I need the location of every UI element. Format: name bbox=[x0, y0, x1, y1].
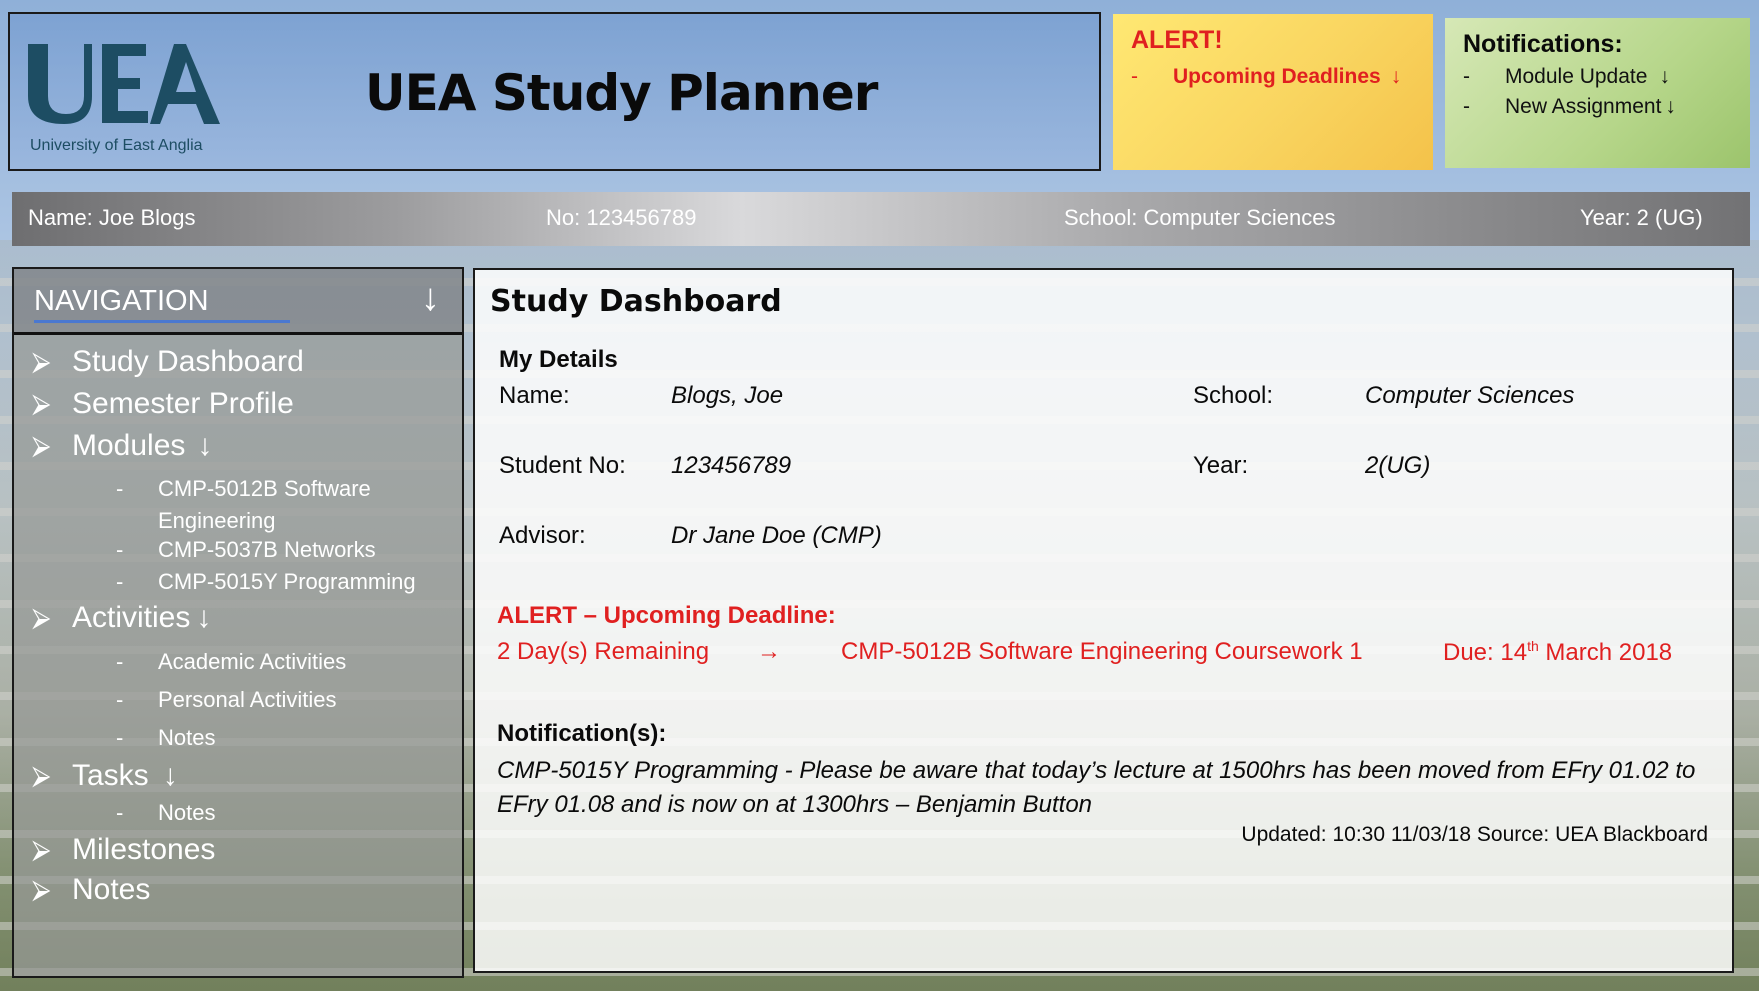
study-dashboard-panel: Study Dashboard My Details Name: Blogs, … bbox=[473, 268, 1734, 973]
arrow-down-icon: ↓ bbox=[1659, 65, 1670, 88]
nav-item-study-dashboard[interactable]: ⮚ Study Dashboard bbox=[32, 345, 304, 379]
alert-panel: ALERT! - Upcoming Deadlines ↓ bbox=[1113, 14, 1433, 170]
nav-subitem-label: CMP-5012B Software Engineering bbox=[158, 476, 371, 533]
student-year: Year: 2 (UG) bbox=[1580, 205, 1703, 230]
nav-item-label: Study Dashboard bbox=[72, 345, 304, 378]
notifications-panel: Notifications: - Module Update ↓ - New A… bbox=[1445, 18, 1750, 168]
student-info-bar: Name: Joe Blogs No: 123456789 School: Co… bbox=[12, 192, 1750, 246]
navigation-header: NAVIGATION ↓ bbox=[14, 269, 462, 335]
advisor-value: Dr Jane Doe (CMP) bbox=[671, 522, 882, 549]
nav-item-activities[interactable]: ⮚ Activities ↓ bbox=[32, 601, 211, 635]
header-banner: University of East Anglia UEA Study Plan… bbox=[8, 12, 1101, 171]
nav-item-label: Milestones bbox=[72, 833, 216, 866]
navigation-panel: NAVIGATION ↓ ⮚ Study Dashboard ⮚ Semeste… bbox=[12, 267, 464, 978]
days-remaining: 2 Day(s) Remaining bbox=[497, 638, 710, 665]
nav-subitem-activities-notes[interactable]: - Notes bbox=[116, 725, 216, 751]
module-update-label: Module Update bbox=[1505, 65, 1648, 88]
my-details-heading: My Details bbox=[499, 346, 618, 373]
nav-item-milestones[interactable]: ⮚ Milestones bbox=[32, 833, 215, 867]
nav-item-label: Semester Profile bbox=[72, 387, 294, 420]
arrow-down-icon: ↓ bbox=[1390, 65, 1402, 88]
student-number: No: 123456789 bbox=[546, 205, 697, 230]
due-date-ordinal: th bbox=[1527, 638, 1539, 654]
notifications-title: Notifications: bbox=[1463, 30, 1623, 58]
arrow-right-icon: → bbox=[757, 638, 781, 665]
list-dash: - bbox=[1463, 65, 1470, 88]
student-name: Name: Joe Blogs bbox=[28, 205, 196, 230]
arrow-bullet-icon: ⮚ bbox=[32, 760, 51, 790]
nav-subitem-label: Academic Activities bbox=[158, 649, 347, 674]
nav-item-label: Tasks bbox=[72, 759, 149, 792]
notification-message: CMP-5015Y Programming - Please be aware … bbox=[497, 757, 1696, 818]
deadline-due-date: Due: 14th March 2018 bbox=[1443, 638, 1672, 667]
arrow-bullet-icon: ⮚ bbox=[32, 346, 51, 376]
navigation-title: NAVIGATION bbox=[34, 285, 209, 317]
school-label: School: bbox=[1193, 382, 1274, 409]
upcoming-deadlines-label: Upcoming Deadlines bbox=[1173, 65, 1381, 88]
nav-subitem-label: CMP-5015Y Programming bbox=[158, 569, 416, 594]
navigation-underline bbox=[34, 320, 290, 323]
deadline-module-link[interactable]: CMP-5012B Software Engineering Coursewor… bbox=[841, 638, 1363, 666]
navigation-toggle-arrow-icon[interactable]: ↓ bbox=[421, 277, 440, 320]
arrow-down-icon: ↓ bbox=[196, 601, 212, 634]
nav-subitem-label: Notes bbox=[158, 800, 216, 825]
due-date-prefix: Due: 14 bbox=[1443, 639, 1528, 666]
app-title: UEA Study Planner bbox=[365, 64, 878, 122]
arrow-down-icon: ↓ bbox=[1665, 95, 1676, 118]
nav-subitem-academic-activities[interactable]: - Academic Activities bbox=[116, 649, 347, 675]
nav-subitem-cmp-5037b[interactable]: - CMP-5037B Networks bbox=[116, 537, 376, 563]
nav-subitem-label: CMP-5037B Networks bbox=[158, 537, 376, 562]
list-dash: - bbox=[1131, 65, 1138, 88]
arrow-bullet-icon: ⮚ bbox=[32, 874, 51, 904]
list-dash: - bbox=[116, 687, 124, 712]
student-no-value: 123456789 bbox=[671, 452, 792, 479]
nav-item-semester-profile[interactable]: ⮚ Semester Profile bbox=[32, 387, 294, 421]
nav-subitem-cmp-5012b[interactable]: - CMP-5012B Software Engineering bbox=[116, 473, 428, 537]
year-label: Year: bbox=[1193, 452, 1249, 479]
module-update-link[interactable]: - Module Update ↓ bbox=[1463, 65, 1732, 89]
uea-logo bbox=[28, 44, 220, 124]
nav-item-label: Activities bbox=[72, 601, 191, 634]
notifications-heading: Notification(s): bbox=[497, 720, 667, 747]
name-label: Name: bbox=[499, 382, 570, 409]
name-value: Blogs, Joe bbox=[671, 382, 784, 409]
nav-item-notes[interactable]: ⮚ Notes bbox=[32, 873, 150, 907]
nav-subitem-cmp-5015y[interactable]: - CMP-5015Y Programming bbox=[116, 569, 416, 595]
nav-subitem-personal-activities[interactable]: - Personal Activities bbox=[116, 687, 337, 713]
list-dash: - bbox=[116, 800, 124, 825]
deadline-alert-heading: ALERT – Upcoming Deadline: bbox=[497, 602, 836, 629]
new-assignment-label: New Assignment bbox=[1505, 95, 1662, 118]
new-assignment-link[interactable]: - New Assignment ↓ bbox=[1463, 95, 1732, 119]
list-dash: - bbox=[1463, 95, 1470, 118]
list-dash: - bbox=[116, 537, 124, 562]
list-dash: - bbox=[116, 649, 124, 674]
nav-item-modules[interactable]: ⮚ Modules ↓ bbox=[32, 429, 212, 463]
logo-text: University of East Anglia bbox=[30, 137, 203, 154]
arrow-down-icon: ↓ bbox=[197, 429, 213, 462]
student-school: School: Computer Sciences bbox=[1064, 205, 1336, 230]
list-dash: - bbox=[116, 569, 124, 594]
arrow-bullet-icon: ⮚ bbox=[32, 602, 51, 632]
updated-source-text: Updated: 10:30 11/03/18 Source: UEA Blac… bbox=[1241, 823, 1708, 846]
nav-subitem-tasks-notes[interactable]: - Notes bbox=[116, 800, 216, 826]
alert-title: ALERT! bbox=[1131, 26, 1223, 54]
nav-item-tasks[interactable]: ⮚ Tasks ↓ bbox=[32, 759, 178, 793]
arrow-bullet-icon: ⮚ bbox=[32, 834, 51, 864]
upcoming-deadlines-link[interactable]: - Upcoming Deadlines ↓ bbox=[1131, 65, 1415, 89]
arrow-down-icon: ↓ bbox=[162, 759, 178, 792]
list-dash: - bbox=[116, 476, 124, 501]
dashboard-title: Study Dashboard bbox=[490, 284, 782, 319]
list-dash: - bbox=[116, 725, 124, 750]
nav-item-label: Notes bbox=[72, 873, 151, 906]
nav-item-label: Modules bbox=[72, 429, 186, 462]
nav-subitem-label: Notes bbox=[158, 725, 216, 750]
nav-subitem-label: Personal Activities bbox=[158, 687, 337, 712]
advisor-label: Advisor: bbox=[499, 522, 586, 549]
arrow-bullet-icon: ⮚ bbox=[32, 388, 51, 418]
arrow-bullet-icon: ⮚ bbox=[32, 430, 51, 460]
due-date-suffix: March 2018 bbox=[1538, 639, 1673, 666]
student-no-label: Student No: bbox=[499, 452, 626, 479]
year-value: 2(UG) bbox=[1365, 452, 1431, 479]
school-value: Computer Sciences bbox=[1365, 382, 1575, 409]
